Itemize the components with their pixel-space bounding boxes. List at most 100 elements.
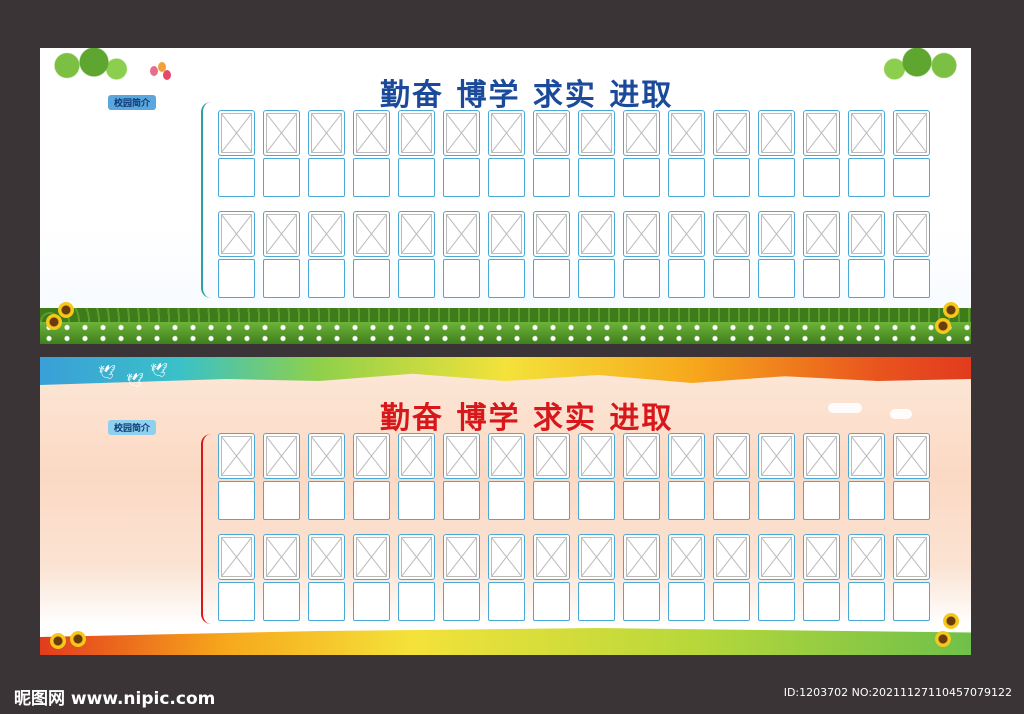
photo-placeholder xyxy=(353,110,390,156)
image-placeholder-icon xyxy=(851,537,882,577)
image-placeholder-icon xyxy=(761,436,792,476)
photo-frame xyxy=(443,110,480,197)
photo-placeholder xyxy=(263,534,300,580)
photo-frame xyxy=(578,534,615,621)
image-placeholder-icon xyxy=(266,537,297,577)
site-watermark: 昵图网 www.nipic.com xyxy=(14,689,216,709)
name-box xyxy=(398,481,435,520)
photo-placeholder xyxy=(218,534,255,580)
photo-frame xyxy=(623,433,660,520)
name-box xyxy=(443,481,480,520)
photo-placeholder xyxy=(893,433,930,479)
photo-placeholder xyxy=(803,534,840,580)
image-placeholder-icon xyxy=(896,214,927,254)
name-box xyxy=(443,158,480,197)
photo-frame xyxy=(758,433,795,520)
photo-frame xyxy=(443,534,480,621)
photo-frame xyxy=(803,433,840,520)
image-placeholder-icon xyxy=(761,537,792,577)
name-box xyxy=(578,259,615,298)
image-placeholder-icon xyxy=(266,436,297,476)
name-box xyxy=(488,582,525,621)
name-box xyxy=(623,481,660,520)
image-placeholder-icon xyxy=(356,436,387,476)
image-placeholder-icon xyxy=(401,214,432,254)
campus-intro-tag: 校园简介 xyxy=(108,420,157,435)
photo-placeholder xyxy=(668,211,705,257)
image-placeholder-icon xyxy=(716,113,747,153)
name-box xyxy=(623,582,660,621)
photo-placeholder xyxy=(758,534,795,580)
photo-placeholder xyxy=(218,433,255,479)
name-box xyxy=(308,259,345,298)
photo-frame xyxy=(218,433,255,520)
image-placeholder-icon xyxy=(671,214,702,254)
image-placeholder-icon xyxy=(896,113,927,153)
name-box xyxy=(803,582,840,621)
photo-placeholder xyxy=(308,534,345,580)
photo-placeholder xyxy=(848,211,885,257)
photo-frame xyxy=(218,211,255,298)
name-box xyxy=(713,259,750,298)
photo-frame xyxy=(623,534,660,621)
photo-placeholder xyxy=(623,110,660,156)
image-placeholder-icon xyxy=(806,214,837,254)
name-box xyxy=(668,582,705,621)
display-board-blue: 勤奋 博学 求实 进取 校园简介 xyxy=(40,48,971,344)
photo-placeholder xyxy=(578,534,615,580)
photo-frame xyxy=(803,211,840,298)
photo-placeholder xyxy=(308,110,345,156)
photo-placeholder xyxy=(533,433,570,479)
name-box xyxy=(758,481,795,520)
photo-frame xyxy=(488,534,525,621)
photo-frame xyxy=(578,110,615,197)
image-placeholder-icon xyxy=(581,113,612,153)
name-box xyxy=(893,582,930,621)
name-box xyxy=(803,481,840,520)
photo-frame xyxy=(263,211,300,298)
image-placeholder-icon xyxy=(896,537,927,577)
photo-placeholder xyxy=(668,110,705,156)
photo-placeholder xyxy=(263,211,300,257)
photo-placeholder xyxy=(488,534,525,580)
photo-placeholder xyxy=(488,211,525,257)
photo-frame xyxy=(308,110,345,197)
photo-frame xyxy=(848,211,885,298)
dove-icon: 🕊 xyxy=(150,363,168,379)
image-placeholder-icon xyxy=(221,113,252,153)
image-placeholder-icon xyxy=(626,537,657,577)
image-placeholder-icon xyxy=(311,214,342,254)
image-placeholder-icon xyxy=(446,214,477,254)
image-placeholder-icon xyxy=(716,214,747,254)
photo-frame xyxy=(263,433,300,520)
photo-placeholder xyxy=(443,534,480,580)
photo-placeholder xyxy=(803,433,840,479)
name-box xyxy=(308,158,345,197)
name-box xyxy=(353,582,390,621)
photo-frame xyxy=(758,534,795,621)
name-box xyxy=(263,582,300,621)
photo-frame xyxy=(398,110,435,197)
sunflower-icon xyxy=(935,318,951,334)
image-placeholder-icon xyxy=(221,214,252,254)
tree-leaves-top-left xyxy=(40,48,130,83)
cloud-icon xyxy=(828,403,862,413)
name-box xyxy=(623,158,660,197)
image-placeholder-icon xyxy=(806,436,837,476)
name-box xyxy=(443,582,480,621)
photo-placeholder xyxy=(533,534,570,580)
photo-frame xyxy=(308,534,345,621)
name-box xyxy=(758,259,795,298)
photo-frame xyxy=(488,211,525,298)
photo-frame xyxy=(893,211,930,298)
photo-frame xyxy=(668,433,705,520)
photo-placeholder xyxy=(623,433,660,479)
name-box xyxy=(893,158,930,197)
photo-frame xyxy=(353,211,390,298)
name-box xyxy=(308,481,345,520)
name-box xyxy=(578,481,615,520)
sunflower-icon xyxy=(70,631,86,647)
name-box xyxy=(218,582,255,621)
image-placeholder-icon xyxy=(491,436,522,476)
campus-intro-tag: 校园简介 xyxy=(108,95,157,110)
